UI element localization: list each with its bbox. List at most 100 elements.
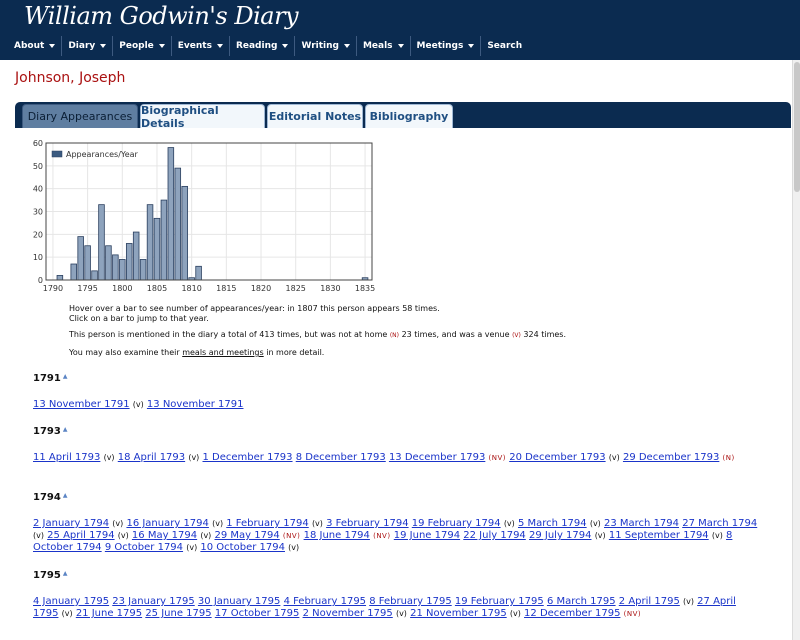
mention-text-3: 324 times. — [523, 330, 567, 339]
diary-date-link[interactable]: 11 April 1793 — [33, 452, 100, 463]
diary-date-link[interactable]: 2 January 1794 — [33, 518, 109, 529]
chevron-down-icon — [49, 44, 56, 48]
diary-date-link[interactable]: 2 April 1795 — [619, 596, 680, 607]
bar-1804[interactable] — [146, 204, 154, 281]
diary-date-link[interactable]: 13 November 1791 — [33, 399, 130, 410]
meals-and-meetings-link[interactable]: meals and meetings — [182, 348, 263, 357]
diary-date-link[interactable]: 22 July 1794 — [463, 530, 526, 541]
nav-search[interactable]: Search — [481, 36, 528, 56]
diary-date-link[interactable]: 27 March 1794 — [682, 518, 757, 529]
diary-date-link[interactable]: 11 September 1794 — [609, 530, 709, 541]
venue-tag: (v) — [683, 597, 694, 606]
nav-writing[interactable]: Writing — [295, 36, 357, 56]
nav-meetings[interactable]: Meetings — [411, 36, 482, 56]
site-logo[interactable]: William Godwin's Diary — [24, 2, 299, 30]
back-to-top-icon[interactable]: ▲ — [63, 492, 68, 499]
diary-date-link[interactable]: 25 June 1795 — [145, 608, 211, 619]
nav-events[interactable]: Events — [172, 36, 230, 56]
back-to-top-icon[interactable]: ▲ — [63, 570, 68, 577]
diary-date-link[interactable]: 19 June 1794 — [394, 530, 460, 541]
bar-1791[interactable] — [56, 275, 64, 281]
year-heading-1795: 1795 ▲ — [33, 570, 67, 581]
click-text: Click on a bar to jump to that year. — [69, 314, 209, 323]
bar-1811[interactable] — [195, 265, 202, 281]
diary-date-link[interactable]: 21 November 1795 — [410, 608, 507, 619]
dates-1794: 2 January 1794 (v) 16 January 1794 (v) 1… — [33, 518, 763, 554]
page-scrollbar[interactable] — [792, 60, 800, 640]
scrollbar-thumb[interactable] — [794, 62, 800, 192]
venue-tag: (v) — [503, 519, 515, 528]
bar-1800[interactable] — [119, 259, 126, 281]
tab-biographical-details[interactable]: Biographical Details — [140, 104, 265, 130]
diary-date-link[interactable]: 23 January 1795 — [112, 596, 194, 607]
diary-date-link[interactable]: 25 April 1794 — [47, 530, 114, 541]
nav-reading[interactable]: Reading — [230, 36, 296, 56]
diary-date-link[interactable]: 8 February 1795 — [369, 596, 451, 607]
venue-tag: (v) — [61, 609, 73, 618]
diary-date-link[interactable]: 6 March 1795 — [547, 596, 616, 607]
bar-1799[interactable] — [112, 254, 119, 281]
diary-date-link[interactable]: 19 February 1795 — [455, 596, 544, 607]
bar-1798[interactable] — [105, 245, 112, 281]
diary-date-link[interactable]: 20 December 1793 — [509, 452, 605, 463]
bar-1807[interactable] — [167, 147, 175, 281]
diary-date-link[interactable]: 9 October 1794 — [105, 542, 183, 553]
hover-info: Hover over a bar to see number of appear… — [69, 304, 440, 324]
diary-date-link[interactable]: 16 January 1794 — [126, 518, 208, 529]
diary-date-link[interactable]: 17 October 1795 — [215, 608, 300, 619]
diary-date-link[interactable]: 1 February 1794 — [226, 518, 308, 529]
bar-1801[interactable] — [125, 243, 133, 281]
chevron-down-icon — [397, 44, 404, 48]
diary-date-link[interactable]: 21 June 1795 — [76, 608, 142, 619]
diary-date-link[interactable]: 29 May 1794 — [215, 530, 280, 541]
tab-bibliography[interactable]: Bibliography — [365, 104, 453, 128]
bar-1802[interactable] — [132, 231, 140, 281]
diary-date-link[interactable]: 19 February 1794 — [412, 518, 501, 529]
bar-1806[interactable] — [160, 199, 168, 281]
bar-1794[interactable] — [77, 236, 84, 281]
nav-label: People — [119, 41, 154, 51]
diary-date-link[interactable]: 29 December 1793 — [623, 452, 719, 463]
diary-date-link[interactable]: 5 March 1794 — [518, 518, 587, 529]
tab-editorial-notes[interactable]: Editorial Notes — [267, 104, 363, 128]
bar-1803[interactable] — [139, 259, 147, 281]
venue-tag: (v) — [212, 519, 224, 528]
tab-diary-appearances[interactable]: Diary Appearances — [22, 104, 138, 128]
diary-date-link[interactable]: 8 December 1793 — [296, 452, 386, 463]
y-tick-label: 60 — [33, 139, 43, 148]
bar-1805[interactable] — [153, 217, 161, 281]
diary-date-link[interactable]: 3 February 1794 — [326, 518, 408, 529]
diary-date-link[interactable]: 23 March 1794 — [604, 518, 679, 529]
back-to-top-icon[interactable]: ▲ — [63, 373, 68, 380]
year-heading-1791: 1791 ▲ — [33, 373, 67, 384]
bar-1797[interactable] — [98, 204, 105, 281]
bar-1808[interactable] — [174, 167, 182, 281]
nav-diary[interactable]: Diary — [62, 36, 114, 56]
diary-date-link[interactable]: 13 November 1791 — [147, 399, 244, 410]
diary-date-link[interactable]: 12 December 1795 — [524, 608, 620, 619]
x-tick-label: 1810 — [181, 284, 201, 293]
diary-date-link[interactable]: 1 December 1793 — [203, 452, 293, 463]
venue-tag: (N) — [722, 454, 735, 462]
back-to-top-icon[interactable]: ▲ — [63, 426, 68, 433]
bar-1793[interactable] — [70, 263, 77, 281]
bar-1809[interactable] — [181, 185, 188, 281]
nav-meals[interactable]: Meals — [357, 36, 411, 56]
diary-date-link[interactable]: 4 January 1795 — [33, 596, 109, 607]
bar-1795[interactable] — [84, 245, 91, 281]
diary-date-link[interactable]: 16 May 1794 — [132, 530, 197, 541]
diary-date-link[interactable]: 30 January 1795 — [198, 596, 280, 607]
nav-about[interactable]: About — [8, 36, 63, 56]
diary-date-link[interactable]: 4 February 1795 — [284, 596, 366, 607]
bar-1796[interactable] — [91, 270, 98, 281]
nav-people[interactable]: People — [113, 36, 172, 56]
venue-tag: (v) — [117, 531, 129, 540]
venue-tag: (NV) — [623, 610, 642, 618]
y-tick-label: 40 — [33, 185, 43, 194]
diary-date-link[interactable]: 29 July 1794 — [529, 530, 592, 541]
diary-date-link[interactable]: 13 December 1793 — [389, 452, 485, 463]
diary-date-link[interactable]: 2 November 1795 — [303, 608, 393, 619]
diary-date-link[interactable]: 10 October 1794 — [200, 542, 285, 553]
diary-date-link[interactable]: 18 June 1794 — [304, 530, 370, 541]
diary-date-link[interactable]: 18 April 1793 — [118, 452, 185, 463]
